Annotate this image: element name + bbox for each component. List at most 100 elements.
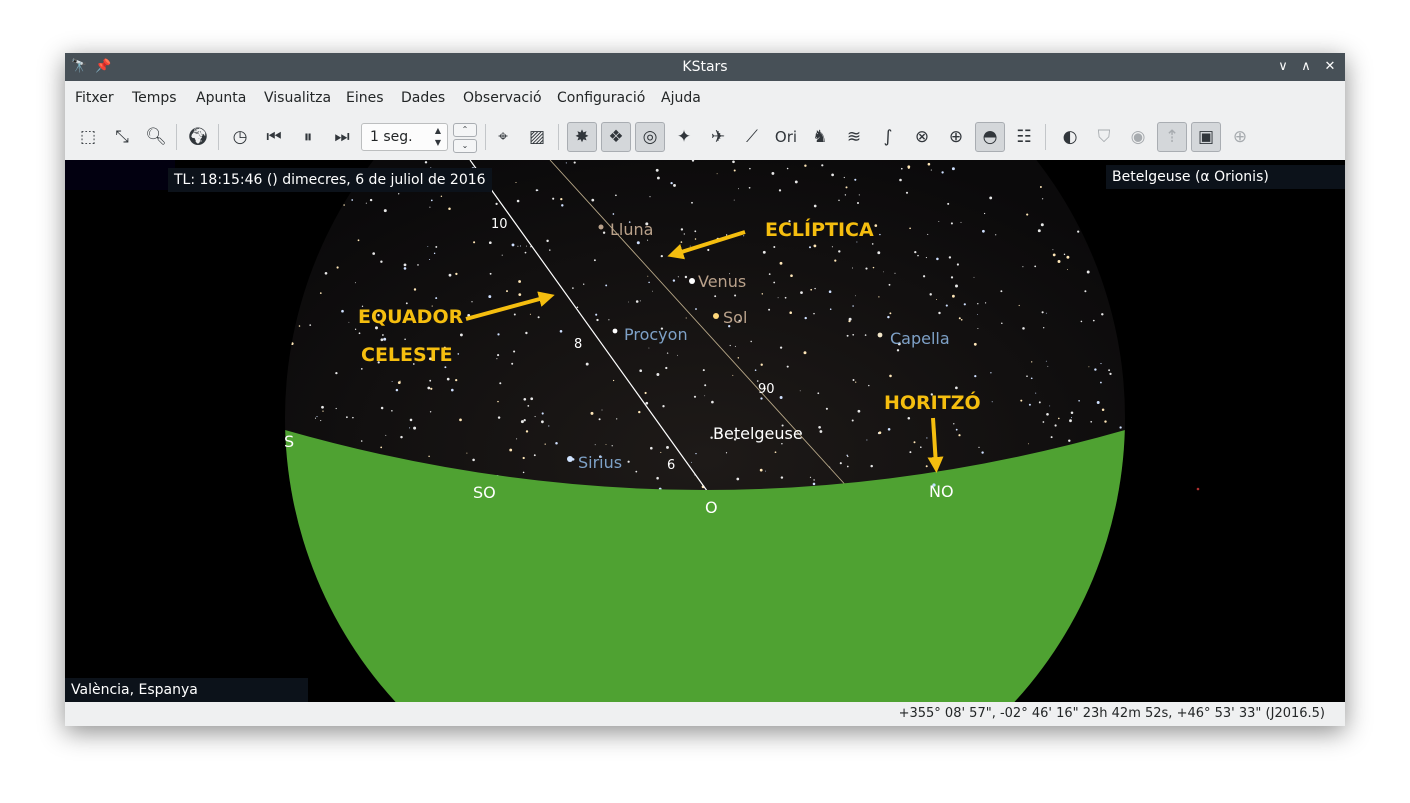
label-procyon[interactable]: Procyon — [624, 325, 688, 344]
star — [866, 439, 868, 441]
star — [511, 362, 514, 365]
window-title: KStars — [682, 59, 728, 75]
star — [583, 283, 585, 285]
toggle-supernovae-icon[interactable]: ✦ — [669, 122, 699, 152]
star — [648, 281, 650, 284]
star — [917, 254, 919, 257]
sky-canvas[interactable] — [65, 160, 1345, 702]
label-lluna[interactable]: Lluna — [610, 220, 653, 239]
star — [945, 304, 948, 307]
star — [852, 379, 855, 381]
star — [1092, 319, 1095, 322]
telescope-icon[interactable]: ⛉ — [1089, 122, 1119, 152]
star — [647, 239, 649, 241]
label-betelgeuse[interactable]: Betelgeuse — [713, 424, 803, 443]
toggle-hips-icon[interactable]: ☷ — [1009, 122, 1039, 152]
set-time-icon[interactable]: ◷ — [225, 122, 255, 152]
minimize-button[interactable]: ∨ — [1275, 59, 1291, 75]
label-capella[interactable]: Capella — [890, 329, 950, 348]
star — [871, 243, 874, 245]
star — [812, 482, 816, 486]
toggle-constellation-lines-icon[interactable]: ⟋ — [737, 122, 767, 152]
star — [525, 430, 529, 433]
star — [448, 273, 452, 277]
step-backward-icon[interactable]: ⏮ — [259, 122, 289, 152]
star — [963, 303, 966, 306]
step-forward-icon[interactable]: ⏭ — [327, 122, 357, 152]
menu-temps[interactable]: Temps — [132, 90, 177, 106]
menu-dades[interactable]: Dades — [401, 90, 445, 106]
zoom-out-icon[interactable]: ⤡ — [107, 122, 137, 152]
crosshair-icon[interactable]: ⊕ — [1225, 122, 1255, 152]
star — [804, 316, 807, 320]
star — [403, 267, 407, 270]
star — [524, 251, 527, 254]
toggle-ecliptic-icon[interactable]: ∫ — [873, 122, 903, 152]
label-venus[interactable]: Venus — [698, 272, 746, 291]
unit-up-icon[interactable]: ⌃ — [453, 123, 477, 137]
star — [905, 191, 909, 194]
spin-down-icon[interactable]: ▼ — [435, 138, 441, 147]
star — [341, 309, 344, 313]
label-sol[interactable]: Sol — [723, 308, 747, 327]
star — [515, 181, 517, 184]
star — [1041, 198, 1044, 200]
find-icon[interactable]: 🔍︎ — [141, 122, 171, 152]
star — [684, 275, 688, 279]
toggle-horizontal-grid-icon[interactable]: ⊕ — [941, 122, 971, 152]
star — [382, 334, 384, 336]
zoom-to-fit-icon[interactable]: ⬚ — [73, 122, 103, 152]
star — [298, 248, 300, 250]
star — [612, 379, 615, 382]
menu-observacio[interactable]: Observació — [463, 90, 542, 106]
menu-eines[interactable]: Eines — [346, 90, 384, 106]
maximize-button[interactable]: ∧ — [1298, 59, 1314, 75]
star — [680, 241, 683, 243]
close-button[interactable]: ✕ — [1322, 59, 1338, 75]
mosaic-icon[interactable]: ◐ — [1055, 122, 1085, 152]
toggle-solar-system-icon[interactable]: ◎ — [635, 122, 665, 152]
star — [922, 275, 926, 278]
menu-ajuda[interactable]: Ajuda — [661, 90, 701, 106]
star — [427, 386, 431, 390]
toggle-deep-sky-icon[interactable]: ❖ — [601, 122, 631, 152]
spin-up-icon[interactable]: ▲ — [435, 126, 441, 135]
fov-box-icon[interactable]: ▣ — [1191, 122, 1221, 152]
toggle-ground-icon[interactable]: ◓ — [975, 122, 1005, 152]
geographic-location-icon[interactable]: 🌍︎ — [183, 122, 213, 152]
menu-fitxer[interactable]: Fitxer — [75, 90, 114, 106]
label-sirius[interactable]: Sirius — [578, 453, 622, 472]
menu-visualitza[interactable]: Visualitza — [264, 90, 331, 106]
focus-infobox[interactable]: Betelgeuse (α Orionis) — [1106, 165, 1345, 189]
toggle-satellites-icon[interactable]: ✈ — [703, 122, 733, 152]
track-object-icon[interactable]: ⌖ — [488, 122, 518, 152]
location-infobox[interactable]: València, Espanya — [65, 678, 308, 702]
toggle-grid-icon[interactable]: ⊗ — [907, 122, 937, 152]
star — [817, 392, 820, 395]
star — [838, 199, 840, 202]
image-icon[interactable]: ▨ — [522, 122, 552, 152]
star — [544, 443, 546, 445]
menu-apunta[interactable]: Apunta — [196, 90, 246, 106]
fov-icon[interactable]: ◉ — [1123, 122, 1153, 152]
toggle-constellation-names-icon[interactable]: Ori — [771, 122, 801, 152]
sky-map[interactable]: TL: 18:15:46 () dimecres, 6 de juliol de… — [65, 160, 1345, 702]
star — [676, 354, 678, 356]
toggle-stars-icon[interactable]: ✸ — [567, 122, 597, 152]
star — [865, 267, 868, 270]
toggle-milky-way-icon[interactable]: ≋ — [839, 122, 869, 152]
star — [488, 241, 492, 245]
star — [472, 458, 475, 462]
star — [773, 246, 776, 248]
upload-icon[interactable]: ⇡ — [1157, 122, 1187, 152]
menu-configuracio[interactable]: Configuració — [557, 90, 645, 106]
time-step-spinbox[interactable]: 1 seg. ▲ ▼ — [361, 123, 448, 151]
pause-icon[interactable]: ⏸ — [293, 122, 323, 152]
toggle-constellation-art-icon[interactable]: ♞ — [805, 122, 835, 152]
star — [768, 308, 771, 311]
star — [336, 266, 339, 269]
time-infobox[interactable]: TL: 18:15:46 () dimecres, 6 de juliol de… — [168, 168, 492, 192]
star — [1050, 436, 1053, 439]
unit-down-icon[interactable]: ⌄ — [453, 139, 477, 153]
star — [1039, 186, 1042, 188]
